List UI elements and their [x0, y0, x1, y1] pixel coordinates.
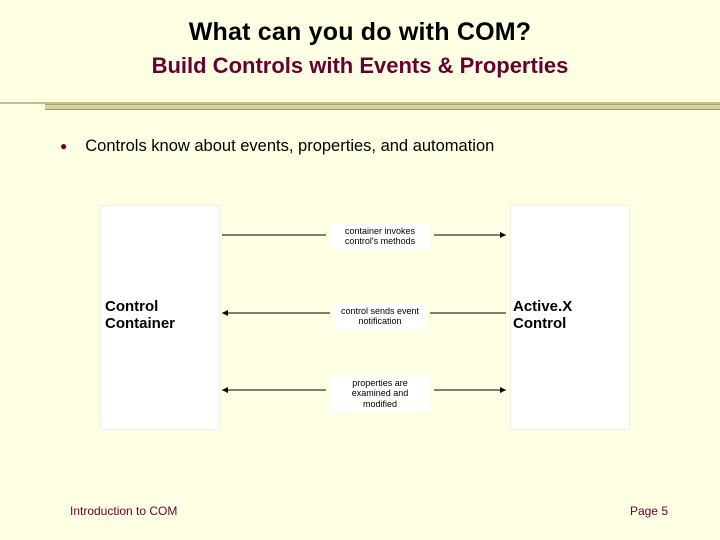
bullet-item: ● Controls know about events, properties…: [58, 135, 680, 157]
content-area: ● Controls know about events, properties…: [58, 135, 680, 157]
bullet-text: Controls know about events, properties, …: [85, 135, 494, 157]
footer-title: Introduction to COM: [70, 504, 177, 518]
bullet-icon: ●: [60, 135, 67, 157]
footer-page-number: 5: [661, 504, 668, 518]
diagram-left-box: Control Container: [100, 205, 220, 430]
title-divider: [0, 102, 720, 112]
footer-page-label: Page: [630, 504, 658, 518]
footer-page: Page 5: [630, 504, 668, 518]
diagram-annotation-bot: properties are examined and modified: [330, 375, 430, 412]
diagram-left-label: Control Container: [105, 298, 217, 333]
slide-title: What can you do with COM?: [0, 0, 720, 47]
diagram: Control Container Active.X Control conta…: [100, 205, 630, 435]
diagram-right-label: Active.X Control: [513, 298, 625, 333]
diagram-annotation-mid: control sends event notification: [334, 303, 426, 330]
diagram-annotation-top: container invokes control's methods: [330, 223, 430, 250]
slide-subtitle: Build Controls with Events & Properties: [0, 53, 720, 79]
diagram-right-box: Active.X Control: [510, 205, 630, 430]
